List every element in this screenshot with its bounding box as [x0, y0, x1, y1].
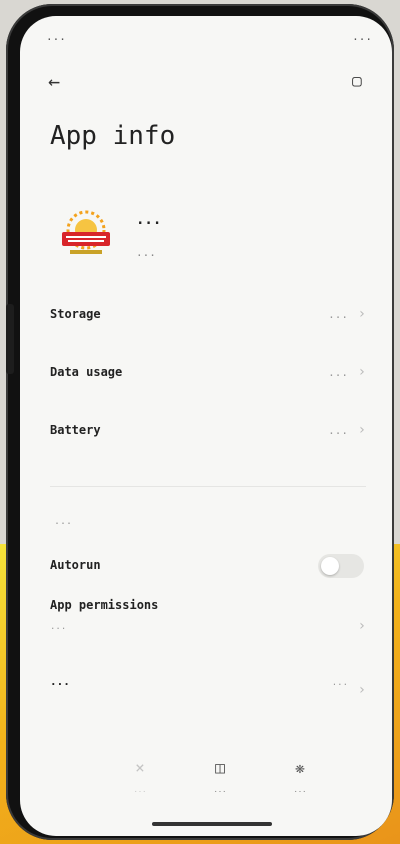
row-label: Data usage [50, 365, 123, 379]
row-battery[interactable]: Battery ... › [50, 416, 366, 446]
chevron-right-icon: › [357, 618, 366, 634]
uninstall-icon: × [135, 758, 145, 777]
force-stop-button[interactable]: ❋ ... [260, 758, 340, 794]
action-label: ... [293, 786, 307, 794]
status-icons: ... [352, 30, 372, 43]
row-value: ... [328, 308, 348, 321]
clear-data-button[interactable]: ◫ ... [180, 758, 260, 794]
more-icon[interactable]: ▢ [344, 68, 370, 94]
row-value: ... [328, 424, 348, 437]
chevron-right-icon: › [357, 422, 366, 438]
status-left-text: ... [46, 30, 66, 43]
row-label: Autorun [50, 558, 101, 572]
row-label: App permissions [50, 598, 159, 612]
row-storage[interactable]: Storage ... › [50, 300, 366, 330]
status-bar: ... ... [40, 26, 372, 46]
row-description: ... [50, 622, 67, 632]
app-version: ... [136, 246, 156, 259]
action-label: ... [213, 786, 227, 794]
uninstall-button[interactable]: × ... [100, 758, 180, 794]
row-label: Battery [50, 423, 101, 437]
row-value: ... [328, 366, 348, 379]
clear-data-icon: ◫ [215, 758, 225, 777]
autorun-toggle[interactable] [318, 554, 364, 578]
phone-screen: ... ... ← ▢ App info ... ... Storage ...… [20, 16, 392, 836]
app-name: ... [136, 212, 162, 228]
phone-side-button [6, 304, 14, 374]
page-title: App info [50, 121, 176, 151]
app-icon [54, 206, 118, 262]
bottom-actions: × ... ◫ ... ❋ ... [100, 758, 352, 808]
section-label: ... [54, 516, 73, 527]
chevron-right-icon: › [357, 682, 366, 698]
home-indicator[interactable] [152, 822, 272, 826]
row-label: Storage [50, 307, 101, 321]
chevron-right-icon: › [357, 364, 366, 380]
row-value: ... [331, 678, 348, 688]
row-app-permissions[interactable]: App permissions ... › [50, 598, 366, 666]
toggle-knob [321, 557, 339, 575]
row-open-by-default[interactable]: ... ... › [50, 674, 366, 718]
action-label: ... [133, 786, 147, 794]
phone-frame: ... ... ← ▢ App info ... ... Storage ...… [6, 4, 394, 840]
divider [50, 486, 366, 487]
back-arrow-icon[interactable]: ← [48, 68, 74, 94]
row-autorun[interactable]: Autorun [50, 552, 366, 582]
force-stop-icon: ❋ [295, 758, 305, 777]
row-data-usage[interactable]: Data usage ... › [50, 358, 366, 388]
row-label: ... [50, 675, 70, 688]
chevron-right-icon: › [357, 306, 366, 322]
